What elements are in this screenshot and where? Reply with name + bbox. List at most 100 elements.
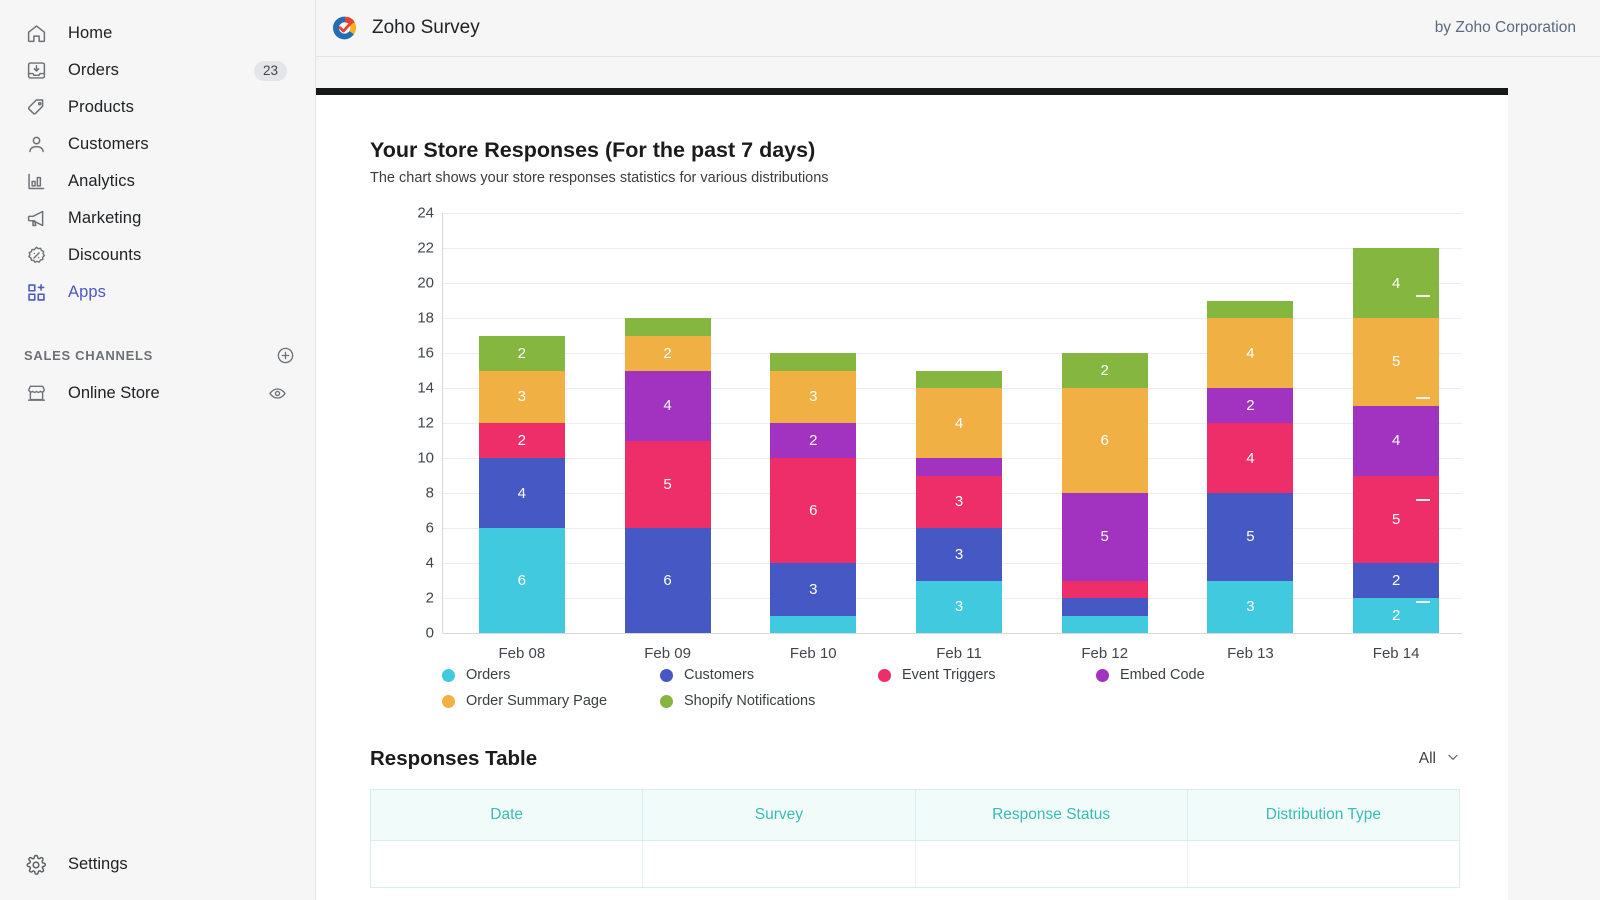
bar-segment: 6 [624,528,711,633]
bar-stack[interactable]: 35424 [1207,300,1294,633]
legend-color-dot [442,668,455,682]
survey-dashboard-panel: Your Store Responses (For the past 7 day… [316,88,1508,900]
bar-segment: 3 [1207,580,1294,633]
bar-segment [1061,580,1148,598]
bar-segment: 6 [478,528,565,633]
legend-item[interactable]: Orders [442,667,660,683]
scroll-marks [1416,295,1430,703]
y-tick-label: 20 [417,274,434,292]
sales-channels-title: SALES CHANNELS [24,347,153,363]
customers-person-icon [24,133,48,157]
legend-item[interactable]: Customers [660,667,878,683]
responses-table-title: Responses Table [370,747,538,770]
bar-stack[interactable]: 6542 [624,318,711,633]
responses-table-header-row: Responses Table All [370,747,1460,771]
bar-segment: 5 [1207,493,1294,581]
bar-segment: 4 [478,458,565,528]
filter-value: All [1418,750,1436,767]
zoho-survey-logo-icon [332,15,358,41]
legend-color-dot [1096,668,1109,682]
bar-segment: 2 [478,335,565,371]
legend-label: Embed Code [1120,667,1205,683]
plus-circle-icon[interactable] [276,346,295,365]
bar-stack[interactable]: 3334 [916,370,1002,633]
sidebar-item-label: Discounts [68,246,142,264]
legend-item[interactable]: Event Triggers [878,667,1096,683]
orders-icon [24,59,48,83]
table-row[interactable] [370,841,1460,888]
bar-segment [1061,598,1148,616]
legend-item[interactable]: Shopify Notifications [660,693,878,709]
table-cell [643,841,916,887]
app-title: Zoho Survey [372,17,480,38]
y-tick-label: 12 [417,414,434,432]
sidebar-item-home[interactable]: Home [8,16,307,51]
y-tick-label: 0 [425,624,434,642]
legend-label: Event Triggers [902,667,996,683]
bar-segment [916,370,1002,388]
bar-segment: 4 [916,388,1002,458]
chart-title: Your Store Responses (For the past 7 day… [370,138,816,162]
products-tag-icon [24,96,48,120]
sidebar-item-products[interactable]: Products [8,90,307,125]
table-cell [371,841,644,887]
table-cell [1188,841,1459,887]
x-tick-label: Feb 14 [1372,645,1420,662]
sidebar-item-apps[interactable]: Apps [8,275,307,310]
x-tick-label: Feb 11 [936,645,982,662]
bar-segment [624,318,711,336]
table-column-header[interactable]: Survey [643,790,916,840]
table-column-header[interactable]: Response Status [916,790,1188,840]
eye-icon[interactable] [268,384,287,403]
table-column-header[interactable]: Distribution Type [1188,790,1459,840]
bar-stack[interactable]: 562 [1061,353,1148,633]
bar-segment: 3 [770,370,857,423]
legend-color-dot [442,694,455,708]
y-tick-label: 6 [425,519,434,537]
chart-legend: Orders Customers Event Triggers Embed Code O… [442,667,1402,719]
legend-item[interactable]: Embed Code [1096,667,1314,683]
table-column-header[interactable]: Date [371,790,644,840]
sidebar-item-analytics[interactable]: Analytics [8,164,307,199]
responses-filter-dropdown[interactable]: All [1419,750,1460,769]
sidebar-item-discounts[interactable]: Discounts [8,238,307,273]
x-tick-label: Feb 09 [644,645,691,662]
y-tick-label: 16 [417,344,434,362]
bar-segment: 2 [1061,353,1148,388]
sidebar-item-label: Online Store [68,384,160,402]
sidebar-item-orders[interactable]: Orders 23 [8,53,307,88]
bar-segment: 2 [1207,388,1294,423]
table-header: Date Survey Response Status Distribution Ty… [370,789,1460,841]
bar-segment: 3 [916,475,1002,528]
y-tick-label: 24 [417,204,434,222]
sidebar-item-label: Apps [68,283,107,301]
store-icon [24,382,48,406]
marketing-megaphone-icon [24,207,48,231]
bar-segment: 3 [770,563,857,616]
legend-color-dot [660,668,673,682]
y-tick-label: 14 [417,379,434,397]
bar-segment: 3 [916,528,1002,581]
sidebar-item-customers[interactable]: Customers [8,127,307,162]
y-axis-ticks: 0 2 4 6 8 10 12 14 16 18 20 22 24 [370,205,434,642]
legend-item[interactable]: Order Summary Page [442,693,660,709]
topbar: Zoho Survey by Zoho Corporation [316,0,1600,57]
sidebar: Home Orders 23 Products Customers Analyt… [0,0,316,900]
bar-segment: 4 [624,370,711,441]
bar-stack[interactable]: 3623 [770,353,857,633]
y-tick-label: 8 [425,484,434,502]
legend-label: Customers [684,667,755,683]
sidebar-item-label: Analytics [68,172,135,190]
bar-stack[interactable]: 64232 [478,335,565,633]
sidebar-item-marketing[interactable]: Marketing [8,201,307,236]
sidebar-item-settings[interactable]: Settings [0,847,315,882]
bar-segment [1207,300,1294,318]
sidebar-item-online-store[interactable]: Online Store [8,376,307,411]
bar-segment [770,353,857,371]
x-tick-label: Feb 08 [498,645,546,662]
bar-segment [770,615,857,633]
app-root: Home Orders 23 Products Customers Analyt… [0,0,1600,900]
legend-color-dot [660,694,673,708]
chart-bars: 6423265423623333456235424225454 [443,213,1462,633]
main-area: Zoho Survey by Zoho Corporation Your Sto… [316,0,1600,900]
